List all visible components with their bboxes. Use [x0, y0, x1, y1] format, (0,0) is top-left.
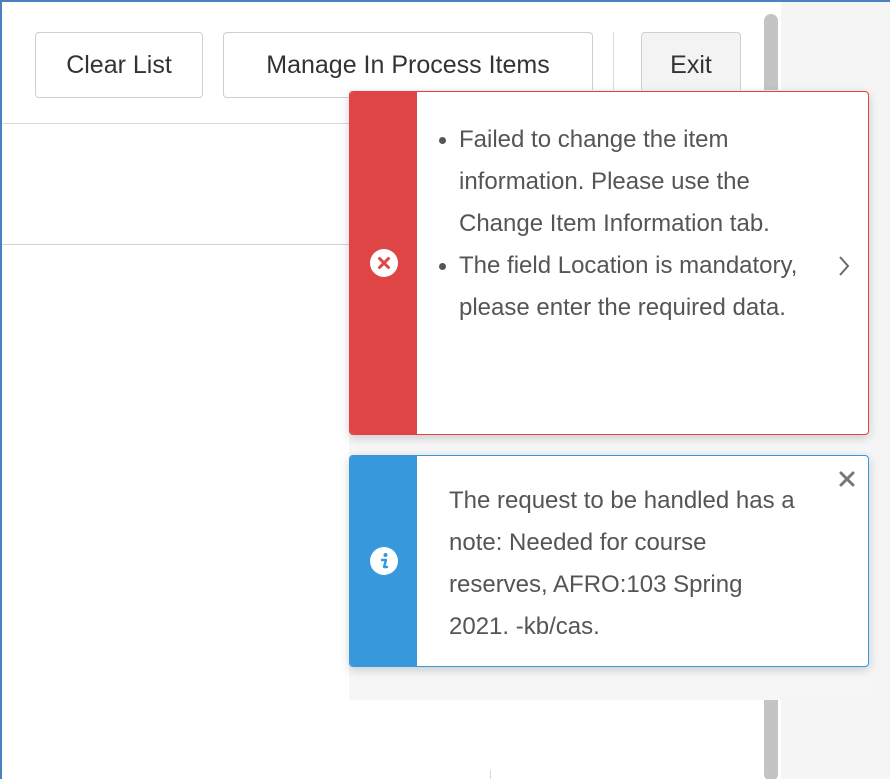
error-toast-icon-bar	[350, 92, 417, 434]
clear-list-button[interactable]: Clear List	[35, 32, 203, 98]
exit-button[interactable]: Exit	[641, 32, 741, 98]
error-circle-x-icon	[369, 249, 398, 277]
error-toast[interactable]: Failed to change the item information. P…	[349, 91, 869, 435]
info-toast[interactable]: The request to be handled has a note: Ne…	[349, 455, 869, 667]
close-icon[interactable]	[838, 470, 856, 488]
info-toast-body: The request to be handled has a note: Ne…	[417, 456, 868, 666]
info-toast-icon-bar	[350, 456, 417, 666]
error-message-1: Failed to change the item information. P…	[439, 119, 808, 245]
content-divider-mark	[490, 770, 491, 779]
error-message-list: Failed to change the item information. P…	[417, 92, 868, 329]
app-window: Clear List Manage In Process Items Exit …	[0, 0, 890, 779]
info-message: The request to be handled has a note: Ne…	[449, 487, 795, 640]
error-toast-body: Failed to change the item information. P…	[417, 92, 868, 434]
chevron-right-icon[interactable]	[836, 254, 852, 278]
manage-in-process-items-button[interactable]: Manage In Process Items	[223, 32, 593, 98]
toolbar-divider	[613, 32, 614, 98]
info-circle-icon	[369, 547, 398, 575]
error-message-2: The field Location is mandatory, please …	[439, 245, 808, 329]
